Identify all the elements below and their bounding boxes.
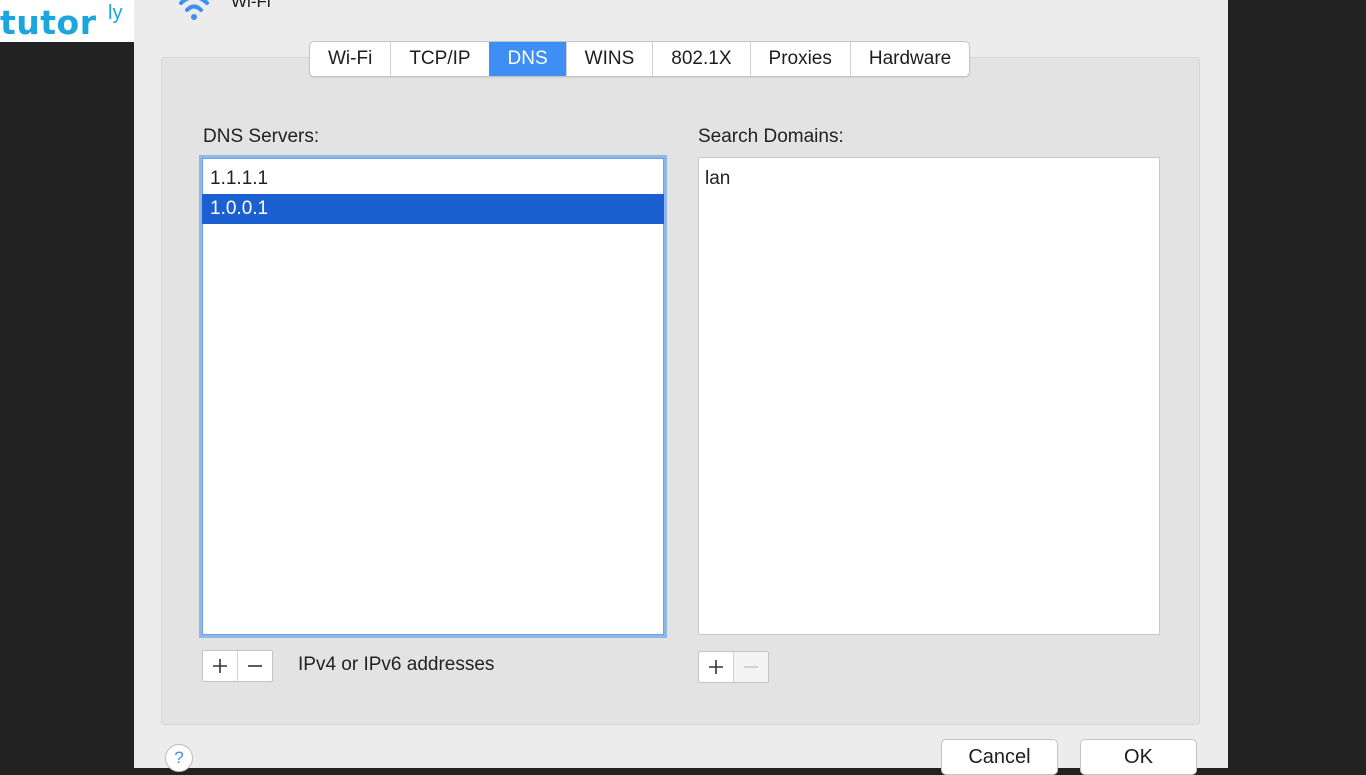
tab-tcpip[interactable]: TCP/IP [390,42,488,76]
dns-servers-label: DNS Servers: [203,126,320,147]
search-add-remove-control [698,651,769,683]
logo-superscript: ly [108,2,123,24]
plus-icon [709,660,723,674]
plus-icon [213,659,227,673]
ok-button[interactable]: OK [1080,739,1197,775]
wifi-icon [179,0,209,20]
window-title: Wi-Fi [231,0,271,11]
tab-dns[interactable]: DNS [488,42,566,76]
tab-wins[interactable]: WINS [565,42,653,76]
tab-wifi[interactable]: Wi-Fi [310,42,390,76]
logo-text: tutor [0,3,97,42]
dns-server-row-selected[interactable]: 1.0.0.1 [202,194,664,224]
dns-address-hint: IPv4 or IPv6 addresses [298,654,495,675]
search-domain-row[interactable]: lan [699,164,1159,194]
dns-servers-list[interactable]: 1.1.1.1 1.0.0.1 [199,155,667,638]
tab-8021x[interactable]: 802.1X [652,42,749,76]
dns-add-button[interactable] [203,651,237,681]
search-domains-list[interactable]: lan [698,157,1160,635]
tab-hardware[interactable]: Hardware [849,42,969,76]
tab-proxies[interactable]: Proxies [749,42,850,76]
search-add-button[interactable] [699,652,733,682]
cancel-button[interactable]: Cancel [941,739,1058,775]
dns-add-remove-control [202,650,273,682]
tab-bar: Wi-Fi TCP/IP DNS WINS 802.1X Proxies Har… [309,41,971,77]
dns-server-row[interactable]: 1.1.1.1 [202,164,664,194]
dns-remove-button[interactable] [237,651,272,681]
tutorly-logo: tutor ly [0,0,134,42]
search-domains-label: Search Domains: [698,126,844,147]
minus-icon [744,666,758,668]
minus-icon [248,665,262,667]
search-remove-button[interactable] [733,652,768,682]
